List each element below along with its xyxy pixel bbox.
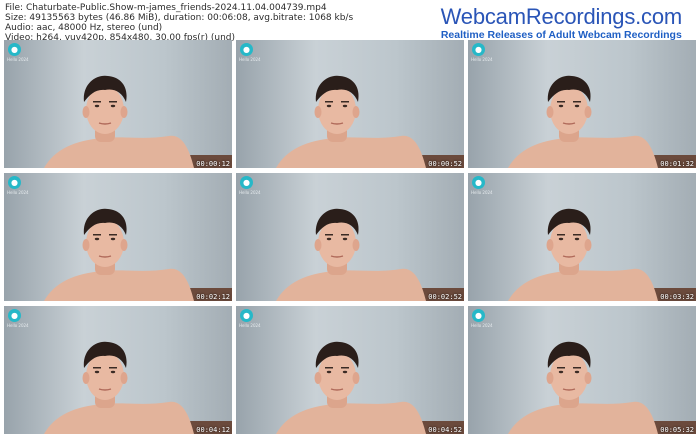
frame-timestamp: 00:01:32 — [660, 160, 694, 168]
frame-image — [4, 306, 232, 434]
video-thumbnail[interactable]: ● Hello 2024 00:05:32 — [468, 306, 696, 434]
frame-image — [4, 40, 232, 168]
video-thumbnail[interactable]: ● Hello 2024 00:02:12 — [4, 173, 232, 301]
video-thumbnail[interactable]: ● Hello 2024 00:04:12 — [4, 306, 232, 434]
video-thumbnail[interactable]: ● Hello 2024 00:04:52 — [236, 306, 464, 434]
frame-image — [236, 306, 464, 434]
file-name-line: File: Chaturbate-Public.Show-m-james_fri… — [5, 3, 327, 13]
camera-logo-icon: ● — [472, 43, 485, 56]
file-size-line: Size: 49135563 bytes (46.86 MiB), durati… — [5, 13, 354, 23]
thumbnail-grid: ● Hello 2024 00:00:12 ● Hello 2024 00:00… — [4, 40, 696, 434]
camera-logo-icon: ● — [472, 309, 485, 322]
cam-overlay-text: Hello 2024 — [471, 190, 493, 195]
camera-logo-icon: ● — [240, 43, 253, 56]
cam-overlay-text: Hello 2024 — [239, 323, 261, 328]
camera-logo-icon: ● — [240, 309, 253, 322]
camera-logo-icon: ● — [8, 43, 21, 56]
frame-timestamp: 00:00:52 — [428, 160, 462, 168]
audio-info-line: Audio: aac, 48000 Hz, stereo (und) — [5, 23, 163, 33]
video-thumbnail[interactable]: ● Hello 2024 00:02:52 — [236, 173, 464, 301]
frame-image — [468, 173, 696, 301]
frame-timestamp: 00:04:52 — [428, 426, 462, 434]
frame-timestamp: 00:00:12 — [196, 160, 230, 168]
camera-logo-icon: ● — [240, 176, 253, 189]
frame-image — [236, 173, 464, 301]
cam-overlay-text: Hello 2024 — [7, 57, 29, 62]
frame-timestamp: 00:05:32 — [660, 426, 694, 434]
video-thumbnail[interactable]: ● Hello 2024 00:00:12 — [4, 40, 232, 168]
frame-image — [468, 306, 696, 434]
frame-timestamp: 00:02:52 — [428, 293, 462, 301]
file-metadata: File: Chaturbate-Public.Show-m-james_fri… — [5, 3, 353, 43]
frame-timestamp: 00:02:12 — [196, 293, 230, 301]
camera-logo-icon: ● — [472, 176, 485, 189]
cam-overlay-text: Hello 2024 — [471, 57, 493, 62]
camera-logo-icon: ● — [8, 176, 21, 189]
video-thumbnail[interactable]: ● Hello 2024 00:03:32 — [468, 173, 696, 301]
site-logo: WebcamRecordings.com Realtime Releases o… — [440, 4, 683, 42]
cam-overlay-text: Hello 2024 — [471, 323, 493, 328]
frame-image — [236, 40, 464, 168]
video-thumbnail[interactable]: ● Hello 2024 00:00:52 — [236, 40, 464, 168]
camera-logo-icon: ● — [8, 309, 21, 322]
cam-overlay-text: Hello 2024 — [7, 190, 29, 195]
frame-image — [468, 40, 696, 168]
cam-overlay-text: Hello 2024 — [7, 323, 29, 328]
site-title: WebcamRecordings.com — [440, 4, 683, 29]
cam-overlay-text: Hello 2024 — [239, 57, 261, 62]
video-thumbnail[interactable]: ● Hello 2024 00:01:32 — [468, 40, 696, 168]
frame-image — [4, 173, 232, 301]
frame-timestamp: 00:03:32 — [660, 293, 694, 301]
cam-overlay-text: Hello 2024 — [239, 190, 261, 195]
frame-timestamp: 00:04:12 — [196, 426, 230, 434]
